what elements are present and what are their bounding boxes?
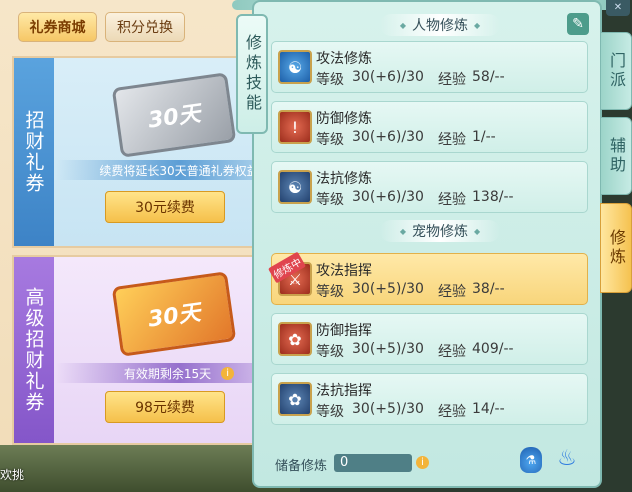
attack-magic-icon: ☯ — [278, 50, 312, 84]
exp-value: 1/-- — [472, 129, 496, 145]
card-ribbon-title: 高级招财礼券 — [14, 257, 54, 443]
tab-cultivation[interactable]: 修炼 — [600, 203, 632, 293]
level-value: 30(+5)/30 — [352, 401, 424, 417]
edit-icon[interactable]: ✎ — [567, 13, 589, 35]
cultivation-row-attack-magic[interactable]: ☯ 攻法修炼 等级 30(+6)/30 经验 58/-- — [271, 41, 588, 93]
renew-30-button[interactable]: 30元续费 — [105, 191, 225, 223]
cultivation-row-attack-command[interactable]: ⚔ 修炼中 攻法指挥 等级 30(+5)/30 经验 38/-- — [268, 251, 588, 305]
close-icon[interactable]: ✕ — [606, 0, 630, 16]
skill-name: 攻法修炼 — [316, 51, 372, 67]
level-label: 等级 — [316, 132, 344, 148]
resist-command-icon: ✿ — [278, 382, 312, 416]
level-label: 等级 — [316, 72, 344, 88]
cultivation-row-defense[interactable]: ! 防御修炼 等级 30(+6)/30 经验 1/-- — [271, 101, 588, 153]
defense-command-icon: ✿ — [278, 322, 312, 356]
exp-value: 14/-- — [472, 401, 505, 417]
exp-label: 经验 — [438, 192, 466, 208]
skill-name: 防御修炼 — [316, 111, 372, 127]
cultivation-row-magic-resist[interactable]: ☯ 法抗修炼 等级 30(+6)/30 经验 138/-- — [271, 161, 588, 213]
exp-value: 409/-- — [472, 341, 514, 357]
level-value: 30(+5)/30 — [352, 281, 424, 297]
flame-icon[interactable]: ♨ — [556, 445, 578, 473]
skill-name: 攻法指挥 — [316, 263, 372, 279]
cultivation-row-resist-command[interactable]: ✿ 法抗指挥 等级 30(+5)/30 经验 14/-- — [271, 373, 588, 425]
card-ribbon-title: 招财礼券 — [14, 58, 54, 246]
card-description-text: 有效期剩余15天 — [123, 366, 212, 381]
renew-98-button[interactable]: 98元续费 — [105, 391, 225, 423]
tab-assist[interactable]: 辅助 — [600, 117, 632, 195]
skill-name: 法抗指挥 — [316, 383, 372, 399]
card-description-text: 续费将延长30天普通礼券权益 — [99, 163, 259, 178]
storage-label: 储备修炼 — [275, 459, 328, 474]
potion-icon[interactable]: ⚗ — [520, 447, 542, 473]
level-value: 30(+5)/30 — [352, 341, 424, 357]
level-label: 等级 — [316, 284, 344, 300]
storage-value-field: 0 — [334, 454, 412, 472]
info-icon[interactable]: i — [416, 456, 429, 469]
exp-value: 58/-- — [472, 69, 505, 85]
skill-name: 防御指挥 — [316, 323, 372, 339]
exp-label: 经验 — [438, 284, 466, 300]
tab-coupon-shop[interactable]: 礼券商城 — [18, 12, 97, 42]
exp-value: 138/-- — [472, 189, 514, 205]
exp-label: 经验 — [438, 132, 466, 148]
coupon-ticket-image: 30天 — [111, 72, 237, 158]
skill-name: 法抗修炼 — [316, 171, 372, 187]
section-title-pet: 宠物修炼 — [380, 220, 500, 242]
tab-points-exchange[interactable]: 积分兑换 — [105, 12, 185, 42]
info-icon[interactable]: i — [221, 366, 235, 380]
cultivation-row-defense-command[interactable]: ✿ 防御指挥 等级 30(+5)/30 经验 409/-- — [271, 313, 588, 365]
level-label: 等级 — [316, 344, 344, 360]
level-value: 30(+6)/30 — [352, 189, 424, 205]
exp-value: 38/-- — [472, 281, 505, 297]
level-label: 等级 — [316, 192, 344, 208]
tab-sect[interactable]: 门派 — [600, 32, 632, 110]
magic-resist-icon: ☯ — [278, 170, 312, 204]
level-label: 等级 — [316, 404, 344, 420]
scene-text: 欢挑 — [0, 468, 25, 482]
exp-label: 经验 — [438, 72, 466, 88]
level-value: 30(+6)/30 — [352, 69, 424, 85]
level-value: 30(+6)/30 — [352, 129, 424, 145]
panel-side-title: 修炼技能 — [236, 14, 268, 134]
exp-label: 经验 — [438, 404, 466, 420]
section-title-character: 人物修炼 — [380, 14, 500, 36]
defense-icon: ! — [278, 110, 312, 144]
exp-label: 经验 — [438, 344, 466, 360]
coupon-ticket-image: 30天 — [111, 271, 237, 357]
